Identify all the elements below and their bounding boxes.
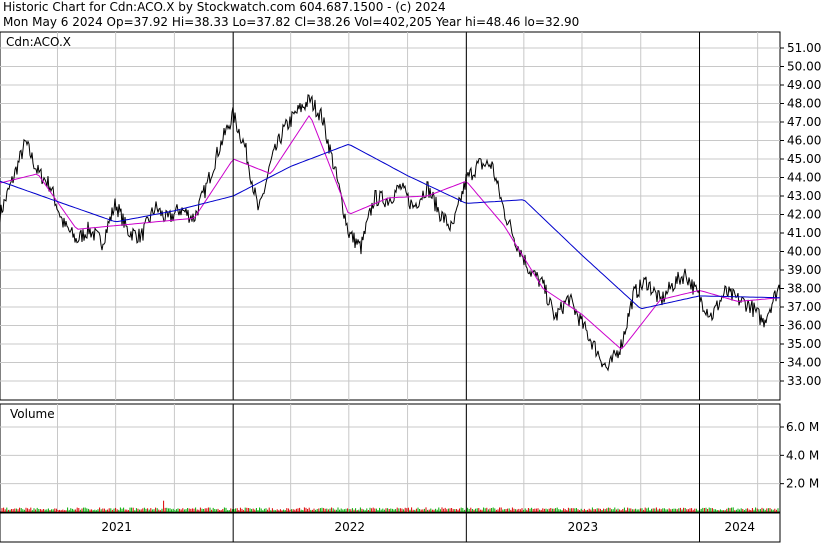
price-tick-label: 36.00 xyxy=(787,319,821,333)
volume-tick-label: 4.0 M xyxy=(786,448,819,462)
price-plot-area xyxy=(0,31,781,401)
price-tick-label: 35.00 xyxy=(787,337,821,351)
volume-tick-label: 2.0 M xyxy=(786,477,819,491)
volume-tick-label: 6.0 M xyxy=(786,420,819,434)
price-tick-label: 37.00 xyxy=(787,300,821,314)
price-tick-label: 51.00 xyxy=(787,41,821,55)
price-tick-label: 47.00 xyxy=(787,115,821,129)
price-panel: Cdn:ACO.X 51.00 50.00 49.00 48.00 47.00 46.00… xyxy=(0,31,821,401)
price-tick-label: 40.00 xyxy=(787,245,821,259)
price-panel-title: Cdn:ACO.X xyxy=(6,35,71,49)
price-tick-label: 50.00 xyxy=(787,60,821,74)
price-tick-label: 44.00 xyxy=(787,171,821,185)
stock-chart: Cdn:ACO.X 51.00 50.00 49.00 48.00 47.00 46.00… xyxy=(0,31,821,543)
volume-plot-area xyxy=(0,403,781,513)
price-tick-label: 43.00 xyxy=(787,189,821,203)
year-label: 2021 xyxy=(101,520,132,534)
price-tick-label: 45.00 xyxy=(787,152,821,166)
price-tick-label: 48.00 xyxy=(787,97,821,111)
volume-panel: Volume 6.0 M 4.0 M 2.0 M xyxy=(0,403,819,513)
price-tick-label: 38.00 xyxy=(787,282,821,296)
price-tick-label: 39.00 xyxy=(787,263,821,277)
year-label: 2022 xyxy=(335,520,366,534)
price-tick-label: 42.00 xyxy=(787,208,821,222)
price-tick-label: 46.00 xyxy=(787,134,821,148)
year-label: 2024 xyxy=(725,520,756,534)
price-tick-label: 33.00 xyxy=(787,374,821,388)
price-tick-label: 49.00 xyxy=(787,78,821,92)
volume-axis-labels: 6.0 M 4.0 M 2.0 M xyxy=(780,420,819,491)
year-label: 2023 xyxy=(568,520,599,534)
price-tick-label: 41.00 xyxy=(787,226,821,240)
price-tick-label: 34.00 xyxy=(787,356,821,370)
price-axis-labels: 51.00 50.00 49.00 48.00 47.00 46.00 45.00 44.00… xyxy=(780,41,821,388)
volume-panel-title: Volume xyxy=(10,407,55,421)
